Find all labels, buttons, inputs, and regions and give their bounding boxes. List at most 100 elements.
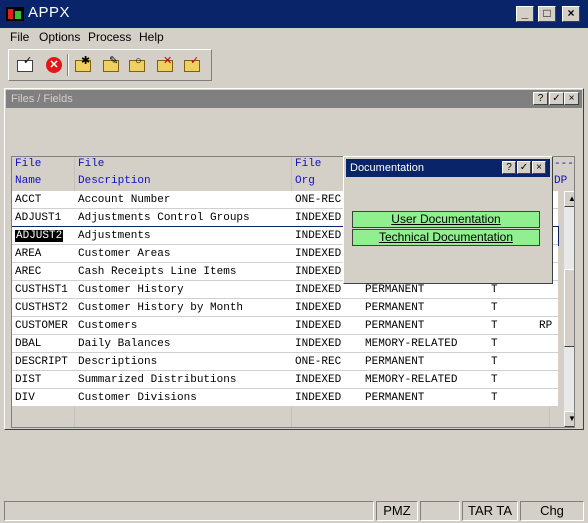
subwindow-close-button[interactable]: × (564, 92, 579, 105)
dialog-help-button[interactable]: ? (502, 161, 516, 174)
header-file-org[interactable]: File Org (295, 158, 321, 187)
menu-process[interactable]: Process (88, 30, 131, 44)
cell-flag: T (491, 356, 498, 368)
subwindow-help-button[interactable]: ? (533, 92, 548, 105)
cell-dp (539, 335, 557, 353)
table-row[interactable]: CUSTOMER Customers INDEXED PERMANENT T RP (12, 317, 558, 335)
technical-documentation-button[interactable]: Technical Documentation (352, 229, 540, 246)
toolbar-separator (67, 54, 69, 76)
menu-options[interactable]: Options (39, 30, 80, 44)
cell-file-type: PERMANENT (365, 302, 425, 314)
cell-file-description: Customer Areas (78, 248, 171, 260)
status-mode: Chg (520, 501, 584, 521)
header-line: DP (554, 175, 568, 187)
check-mark-glyph: ✓ (23, 55, 33, 67)
vertical-scrollbar[interactable]: ▲ ▼ (564, 191, 574, 427)
dialog-title: Documentation (350, 162, 424, 174)
cell-file-org: ONE-REC (295, 356, 342, 368)
cell-file-description: Customer History (78, 284, 184, 296)
table-row[interactable]: DIV Customer Divisions INDEXED PERMANENT T (12, 389, 558, 407)
dialog-close-button[interactable]: × (532, 161, 546, 174)
new-button[interactable]: ✱ (73, 56, 93, 74)
subwindow-title-bar: Files / Fields ? ✓ × (6, 90, 582, 108)
cell-file-name: DIST (15, 374, 42, 386)
documentation-dialog: Documentation ? ✓ × User Documentation T… (343, 156, 553, 284)
cancel-icon: ✕ (46, 57, 62, 73)
maximize-button[interactable]: □ (538, 6, 556, 22)
title-bar: APPX _ □ × (0, 0, 588, 28)
cell-file-type: PERMANENT (365, 392, 425, 404)
cell-file-name: CUSTOMER (15, 320, 68, 332)
x-glyph: ✕ (163, 55, 173, 67)
inquire-button[interactable]: ○ (127, 56, 147, 74)
magnifier-glyph: ○ (135, 55, 142, 67)
cell-dp (539, 353, 557, 371)
header-line: File (295, 158, 322, 170)
cell-file-type: PERMANENT (365, 320, 425, 332)
status-empty (420, 501, 460, 521)
cell-file-name: CUSTHST2 (15, 302, 68, 314)
menu-help[interactable]: Help (139, 30, 164, 44)
scroll-up-arrow-icon[interactable]: ▲ (564, 191, 574, 207)
cell-flag: T (491, 320, 498, 332)
appx-logo-icon (6, 7, 24, 21)
table-row[interactable]: DBAL Daily Balances INDEXED MEMORY-RELATED T (12, 335, 558, 353)
cell-file-description: Descriptions (78, 356, 158, 368)
cell-file-org: INDEXED (295, 338, 342, 350)
ok-button[interactable]: ✓ (15, 56, 35, 74)
status-bar: PMZ TAR TA Chg (0, 499, 588, 523)
cell-file-description: Customers (78, 320, 138, 332)
pencil-glyph: ✎ (109, 55, 119, 67)
dialog-check-button[interactable]: ✓ (517, 161, 531, 174)
cell-file-name: AREC (15, 266, 42, 278)
header-line: Name (15, 175, 42, 187)
star-glyph: ✱ (81, 55, 91, 67)
status-user: PMZ (376, 501, 418, 521)
cell-file-description: Customer Divisions (78, 392, 197, 404)
header-dp[interactable]: --- DP (554, 158, 574, 187)
cell-file-description: Daily Balances (78, 338, 171, 350)
subwindow-check-button[interactable]: ✓ (549, 92, 564, 105)
table-row[interactable]: CUSTHST2 Customer History by Month INDEXED… (12, 299, 558, 317)
cancel-button[interactable]: ✕ (43, 56, 63, 74)
cell-file-org: INDEXED (295, 302, 342, 314)
status-message (4, 501, 374, 521)
cell-file-description: Cash Receipts Line Items (78, 266, 237, 278)
scroll-thumb[interactable] (564, 269, 574, 347)
cell-file-name: ADJUST2 (15, 227, 73, 245)
menu-file[interactable]: File (10, 30, 29, 44)
cell-file-org: INDEXED (295, 374, 342, 386)
cell-file-name: AREA (15, 248, 42, 260)
cell-dp (539, 371, 557, 389)
cell-dp: RP (539, 320, 553, 332)
verify-button[interactable]: ✓ (182, 56, 202, 74)
scroll-down-arrow-icon[interactable]: ▼ (564, 411, 574, 427)
subwindow-title: Files / Fields (11, 93, 73, 105)
cell-flag: T (491, 392, 498, 404)
cell-file-description: Customer History by Month (78, 302, 244, 314)
header-line: File (78, 158, 105, 170)
table-row[interactable]: DIST Summarized Distributions INDEXED MEMOR… (12, 371, 558, 389)
cell-file-name: DESCRIPT (15, 356, 68, 368)
cell-file-description: Adjustments Control Groups (78, 212, 250, 224)
window-title: APPX (28, 4, 71, 21)
cell-file-name: DBAL (15, 338, 42, 350)
cell-flag: T (491, 302, 498, 314)
delete-button[interactable]: ✕ (155, 56, 175, 74)
toolbar: ✓ ✕ ✱ ✎ ○ ✕ ✓ (8, 49, 212, 81)
cell-file-type: MEMORY-RELATED (365, 374, 458, 386)
close-button[interactable]: × (562, 6, 580, 22)
status-database: TAR TA (462, 501, 518, 521)
menu-bar: File Options Process Help (0, 28, 588, 46)
cell-file-description: Summarized Distributions (78, 374, 237, 386)
header-file-description[interactable]: File Description (78, 158, 151, 187)
header-file-name[interactable]: File Name (15, 158, 41, 187)
cell-flag: T (491, 374, 498, 386)
user-documentation-button[interactable]: User Documentation (352, 211, 540, 228)
header-line: File (15, 158, 42, 170)
minimize-button[interactable]: _ (516, 6, 534, 22)
table-row[interactable]: DESCRIPT Descriptions ONE-REC PERMANENT T (12, 353, 558, 371)
cell-file-description: Account Number (78, 194, 171, 206)
header-line: Org (295, 175, 315, 187)
edit-button[interactable]: ✎ (101, 56, 121, 74)
